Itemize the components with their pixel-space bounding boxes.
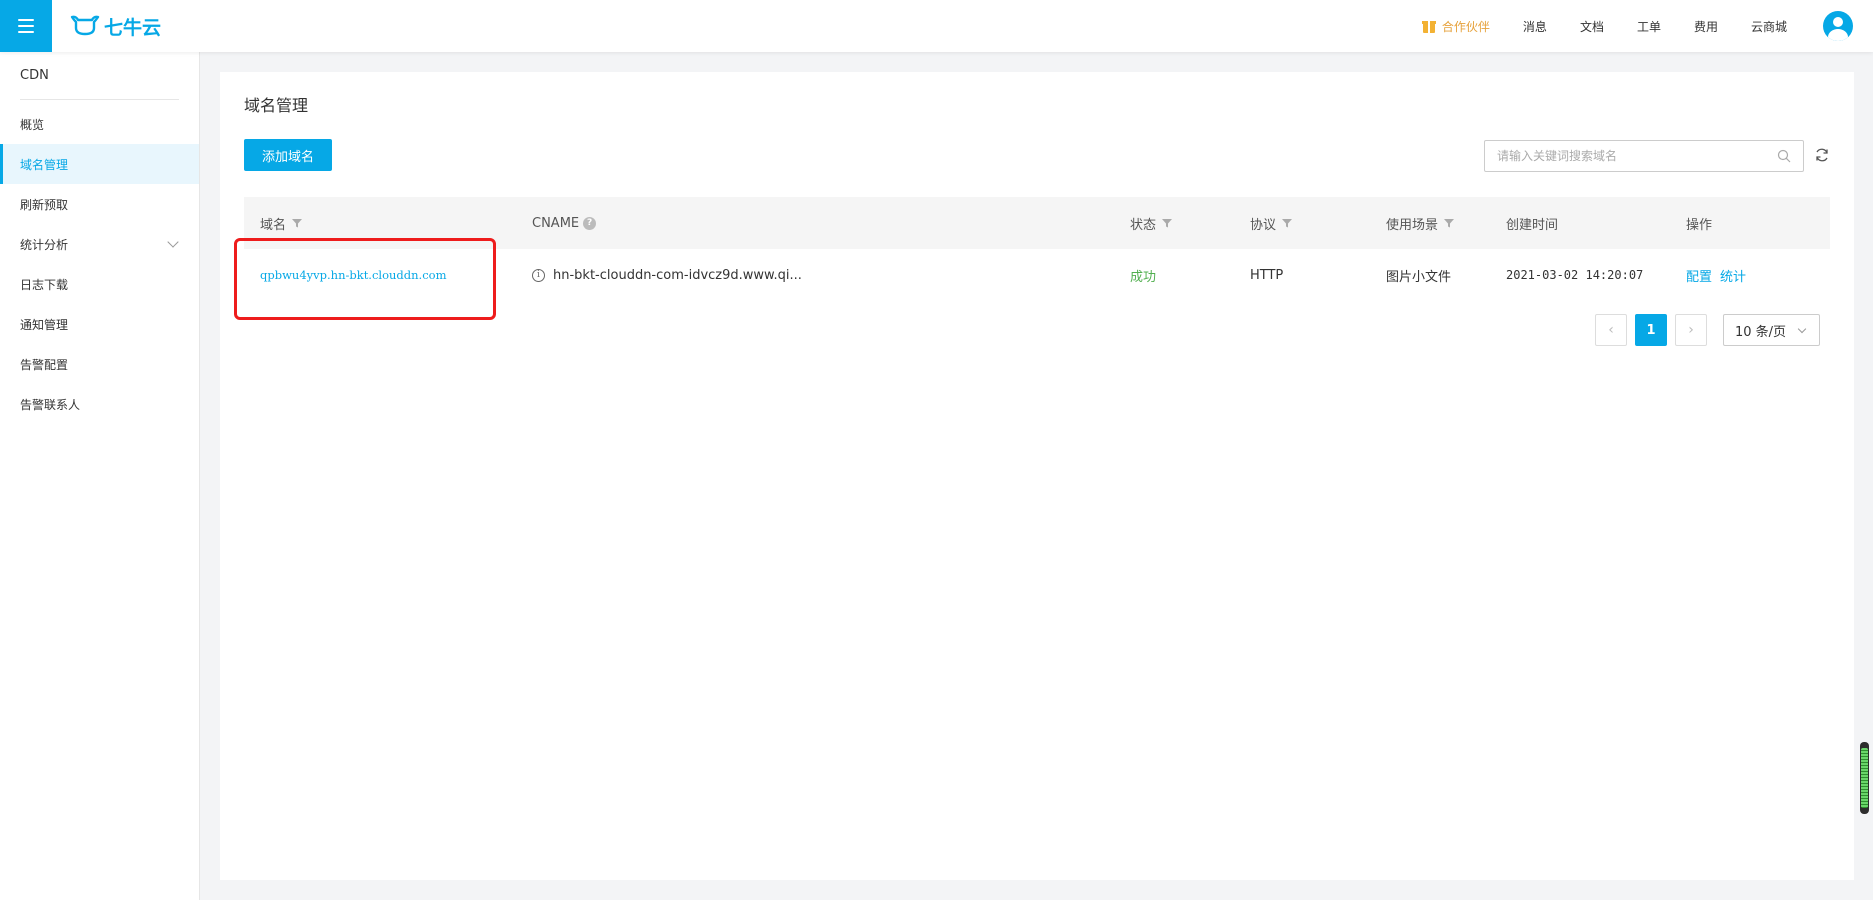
qiniu-logo-icon <box>70 15 100 36</box>
table-row: qpbwu4yvp.hn-bkt.clouddn.com i hn-bkt-cl… <box>244 249 1830 301</box>
prev-page-button[interactable]: ‹ <box>1595 314 1627 346</box>
header-created: 创建时间 <box>1506 217 1559 233</box>
page-title: 域名管理 <box>244 96 309 115</box>
help-icon[interactable]: ? <box>583 216 597 230</box>
sidebar-item-refresh-prefetch[interactable]: 刷新预取 <box>0 184 199 224</box>
header-status[interactable]: 状态 <box>1130 197 1173 249</box>
partner-link[interactable]: 合作伙伴 <box>1421 18 1490 35</box>
table-header: 域名 CNAME ? 状态 协议 使用场景 创建时间 操作 <box>244 197 1830 249</box>
sidebar-menu: 概览 域名管理 刷新预取 统计分析 日志下载 通知管理 告警配置 告警联系人 <box>0 104 199 424</box>
filter-icon[interactable] <box>1162 218 1173 228</box>
scroll-indicator[interactable] <box>1860 742 1869 814</box>
sidebar-item-log-download[interactable]: 日志下载 <box>0 264 199 304</box>
header-label: 域名 <box>260 217 287 233</box>
gift-icon <box>1421 19 1436 33</box>
filter-icon[interactable] <box>292 218 303 228</box>
main-panel: 域名管理 添加域名 域名 CNAME ? 状态 <box>220 72 1854 880</box>
sidebar-title: CDN <box>20 52 179 100</box>
top-nav: 合作伙伴 消息 文档 工单 费用 云商城 <box>1421 0 1787 52</box>
domain-link[interactable]: qpbwu4yvp.hn-bkt.clouddn.com <box>260 268 446 282</box>
chevron-down-icon <box>1797 324 1807 334</box>
search-icon[interactable] <box>1777 149 1791 163</box>
sidebar-item-alert-config[interactable]: 告警配置 <box>0 344 199 384</box>
cname-value: hn-bkt-clouddn-com-idvcz9d.www.qi... <box>553 267 802 283</box>
messages-link[interactable]: 消息 <box>1523 18 1547 35</box>
filter-icon[interactable] <box>1444 218 1455 228</box>
marketplace-link[interactable]: 云商城 <box>1751 18 1787 35</box>
page-button-current[interactable]: 1 <box>1635 314 1667 346</box>
header-label: CNAME <box>532 215 580 231</box>
scenario-value: 图片小文件 <box>1386 269 1452 285</box>
refresh-icon[interactable] <box>1814 147 1830 163</box>
chevron-down-icon <box>167 236 179 248</box>
next-page-button[interactable]: › <box>1675 314 1707 346</box>
config-link[interactable]: 配置 <box>1686 266 1712 285</box>
sidebar-item-alert-contacts[interactable]: 告警联系人 <box>0 384 199 424</box>
logo[interactable]: 七牛云 <box>70 13 161 39</box>
page-size-select[interactable]: 10 条/页 <box>1723 314 1820 346</box>
header-scenario[interactable]: 使用场景 <box>1386 197 1455 249</box>
pagination: ‹ 1 › 10 条/页 <box>1595 314 1820 346</box>
sidebar-item-notifications[interactable]: 通知管理 <box>0 304 199 344</box>
header-cname: CNAME ? <box>532 197 597 249</box>
sidebar: CDN 概览 域名管理 刷新预取 统计分析 日志下载 通知管理 告警配置 告警联… <box>0 52 200 900</box>
add-domain-button[interactable]: 添加域名 <box>244 139 332 171</box>
header-label: 状态 <box>1130 217 1157 233</box>
header-label: 协议 <box>1250 217 1277 233</box>
docs-link[interactable]: 文档 <box>1580 18 1604 35</box>
filter-icon[interactable] <box>1282 218 1293 228</box>
logo-text: 七牛云 <box>104 16 162 39</box>
top-bar: 七牛云 合作伙伴 消息 文档 工单 费用 云商城 <box>0 0 1873 52</box>
created-time-value: 2021-03-02 14:20:07 <box>1506 268 1644 282</box>
header-protocol[interactable]: 协议 <box>1250 197 1293 249</box>
search-box <box>1484 140 1804 172</box>
search-input[interactable] <box>1485 141 1765 171</box>
protocol-value: HTTP <box>1250 267 1284 283</box>
sidebar-item-label: 统计分析 <box>20 237 69 252</box>
hamburger-icon <box>18 19 34 33</box>
info-icon[interactable]: i <box>532 268 545 282</box>
billing-link[interactable]: 费用 <box>1694 18 1718 35</box>
header-label: 使用场景 <box>1386 217 1439 233</box>
sidebar-item-domain-management[interactable]: 域名管理 <box>0 144 199 184</box>
status-value: 成功 <box>1130 269 1157 285</box>
domain-table: 域名 CNAME ? 状态 协议 使用场景 创建时间 操作 qpbwu4yvp.… <box>244 197 1830 301</box>
header-domain[interactable]: 域名 <box>260 197 303 249</box>
tickets-link[interactable]: 工单 <box>1637 18 1661 35</box>
page-size-value: 10 条/页 <box>1735 324 1787 340</box>
user-avatar[interactable] <box>1823 11 1853 41</box>
sidebar-item-statistics[interactable]: 统计分析 <box>0 224 199 264</box>
stats-link[interactable]: 统计 <box>1720 266 1746 285</box>
partner-label: 合作伙伴 <box>1441 19 1490 34</box>
sidebar-item-overview[interactable]: 概览 <box>0 104 199 144</box>
header-actions: 操作 <box>1686 217 1713 233</box>
hamburger-menu-button[interactable] <box>0 0 52 52</box>
